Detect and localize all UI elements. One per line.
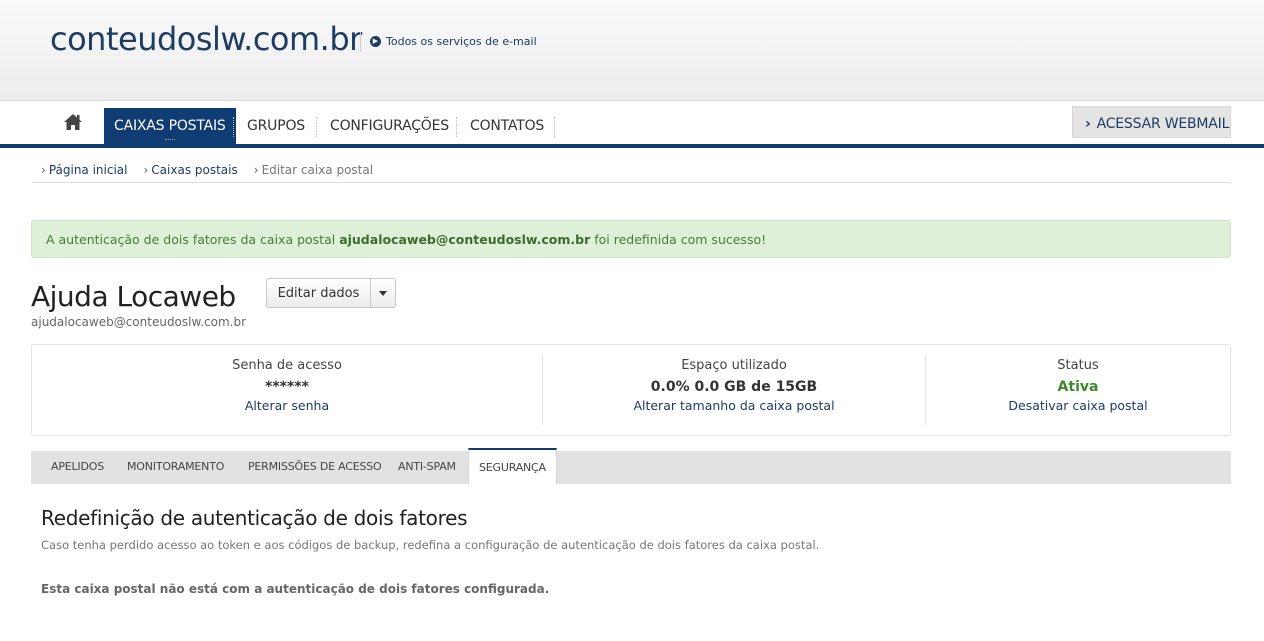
- webmail-button[interactable]: › ACESSAR WEBMAIL: [1072, 106, 1231, 138]
- stat-label: Status: [1057, 358, 1099, 373]
- nav-item-label: CAIXAS POSTAIS: [114, 118, 226, 134]
- chevron-right-icon: ›: [1085, 116, 1091, 132]
- status-badge: Ativa: [1057, 379, 1099, 395]
- alert-email: ajudalocaweb@conteudoslw.com.br: [339, 232, 591, 247]
- stat-value: ******: [265, 379, 309, 395]
- all-services-link[interactable]: ▶ Todos os serviços de e-mail: [370, 35, 537, 48]
- nav-item-caixas-postais[interactable]: CAIXAS POSTAIS: [104, 108, 236, 144]
- section-title: Redefinição de autenticação de dois fato…: [41, 506, 468, 530]
- tab-permissoes[interactable]: PERMISSÕES DE ACESSO: [248, 460, 382, 473]
- nav-item-configuracoes[interactable]: CONFIGURAÇÕES: [320, 108, 459, 144]
- success-alert: A autenticação de dois fatores da caixa …: [31, 220, 1231, 258]
- tab-bar: APELIDOS MONITORAMENTO PERMISSÕES DE ACE…: [31, 448, 1231, 490]
- section-description: Caso tenha perdido acesso ao token e aos…: [41, 538, 820, 552]
- alert-suffix: foi redefinida com sucesso!: [590, 232, 767, 247]
- nav-item-label: CONTATOS: [470, 118, 545, 134]
- alert-prefix: A autenticação de dois fatores da caixa …: [46, 232, 340, 247]
- active-tab-arrow: [508, 484, 520, 490]
- nav-divider: [456, 117, 457, 137]
- nav-item-contatos[interactable]: CONTATOS: [460, 108, 554, 144]
- mailbox-stats: Senha de acesso ****** Alterar senha Esp…: [31, 344, 1231, 436]
- nav-item-label: GRUPOS: [247, 118, 305, 134]
- page-title: Ajuda Locaweb: [31, 280, 236, 313]
- mailbox-email: ajudalocaweb@conteudoslw.com.br: [31, 315, 247, 329]
- stat-status: Status Ativa Desativar caixa postal: [926, 345, 1230, 435]
- active-indicator: [164, 139, 175, 141]
- deactivate-link[interactable]: Desativar caixa postal: [926, 398, 1230, 413]
- stat-space: Espaço utilizado 0.0% 0.0 GB de 15GB Alt…: [543, 345, 925, 435]
- edit-data-button-group: Editar dados: [266, 278, 396, 308]
- section-note: Esta caixa postal não está com a autenti…: [41, 582, 550, 596]
- tab-monitoramento[interactable]: MONITORAMENTO: [127, 460, 224, 473]
- breadcrumb-mailboxes[interactable]: Caixas postais: [143, 163, 237, 177]
- breadcrumb-current: Editar caixa postal: [254, 163, 374, 177]
- arrow-circle-icon: ▶: [370, 36, 381, 47]
- webmail-label: ACESSAR WEBMAIL: [1096, 116, 1230, 132]
- chevron-down-icon[interactable]: [371, 279, 395, 307]
- nav-item-label: CONFIGURAÇÕES: [330, 118, 449, 134]
- change-size-link[interactable]: Alterar tamanho da caixa postal: [543, 398, 925, 413]
- main-nav: CAIXAS POSTAIS GRUPOS CONFIGURAÇÕES CONT…: [0, 101, 1264, 148]
- nav-divider: [554, 117, 555, 137]
- change-password-link[interactable]: Alterar senha: [32, 398, 542, 413]
- nav-divider: [233, 117, 234, 137]
- tab-seguranca[interactable]: SEGURANÇA: [468, 448, 557, 490]
- home-icon[interactable]: [63, 113, 83, 131]
- breadcrumb-divider: [32, 182, 1231, 183]
- tab-apelidos[interactable]: APELIDOS: [51, 460, 104, 473]
- stat-label: Espaço utilizado: [681, 358, 787, 373]
- breadcrumb-home[interactable]: Página inicial: [41, 163, 128, 177]
- all-services-label: Todos os serviços de e-mail: [386, 35, 537, 48]
- stat-password: Senha de acesso ****** Alterar senha: [32, 345, 542, 435]
- edit-data-button[interactable]: Editar dados: [267, 279, 371, 307]
- nav-item-grupos[interactable]: GRUPOS: [237, 108, 315, 144]
- nav-divider: [316, 117, 317, 137]
- breadcrumb: Página inicial Caixas postais Editar cai…: [41, 163, 373, 177]
- stat-label: Senha de acesso: [232, 358, 342, 373]
- domain-title[interactable]: conteudoslw.com.br: [50, 20, 362, 58]
- tab-label: SEGURANÇA: [479, 461, 546, 474]
- stat-value: 0.0% 0.0 GB de 15GB: [650, 379, 818, 395]
- tab-anti-spam[interactable]: ANTI-SPAM: [398, 460, 456, 473]
- header: conteudoslw.com.br ▶ Todos os serviços d…: [0, 0, 1264, 101]
- header-divider: [360, 32, 361, 52]
